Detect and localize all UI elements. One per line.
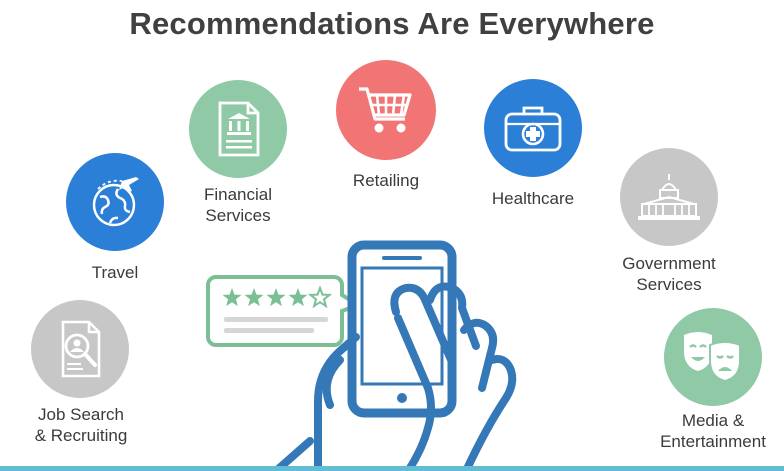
bottom-accent-bar <box>0 466 784 471</box>
phone-review-illustration <box>206 240 517 471</box>
review-bubble <box>206 275 363 347</box>
